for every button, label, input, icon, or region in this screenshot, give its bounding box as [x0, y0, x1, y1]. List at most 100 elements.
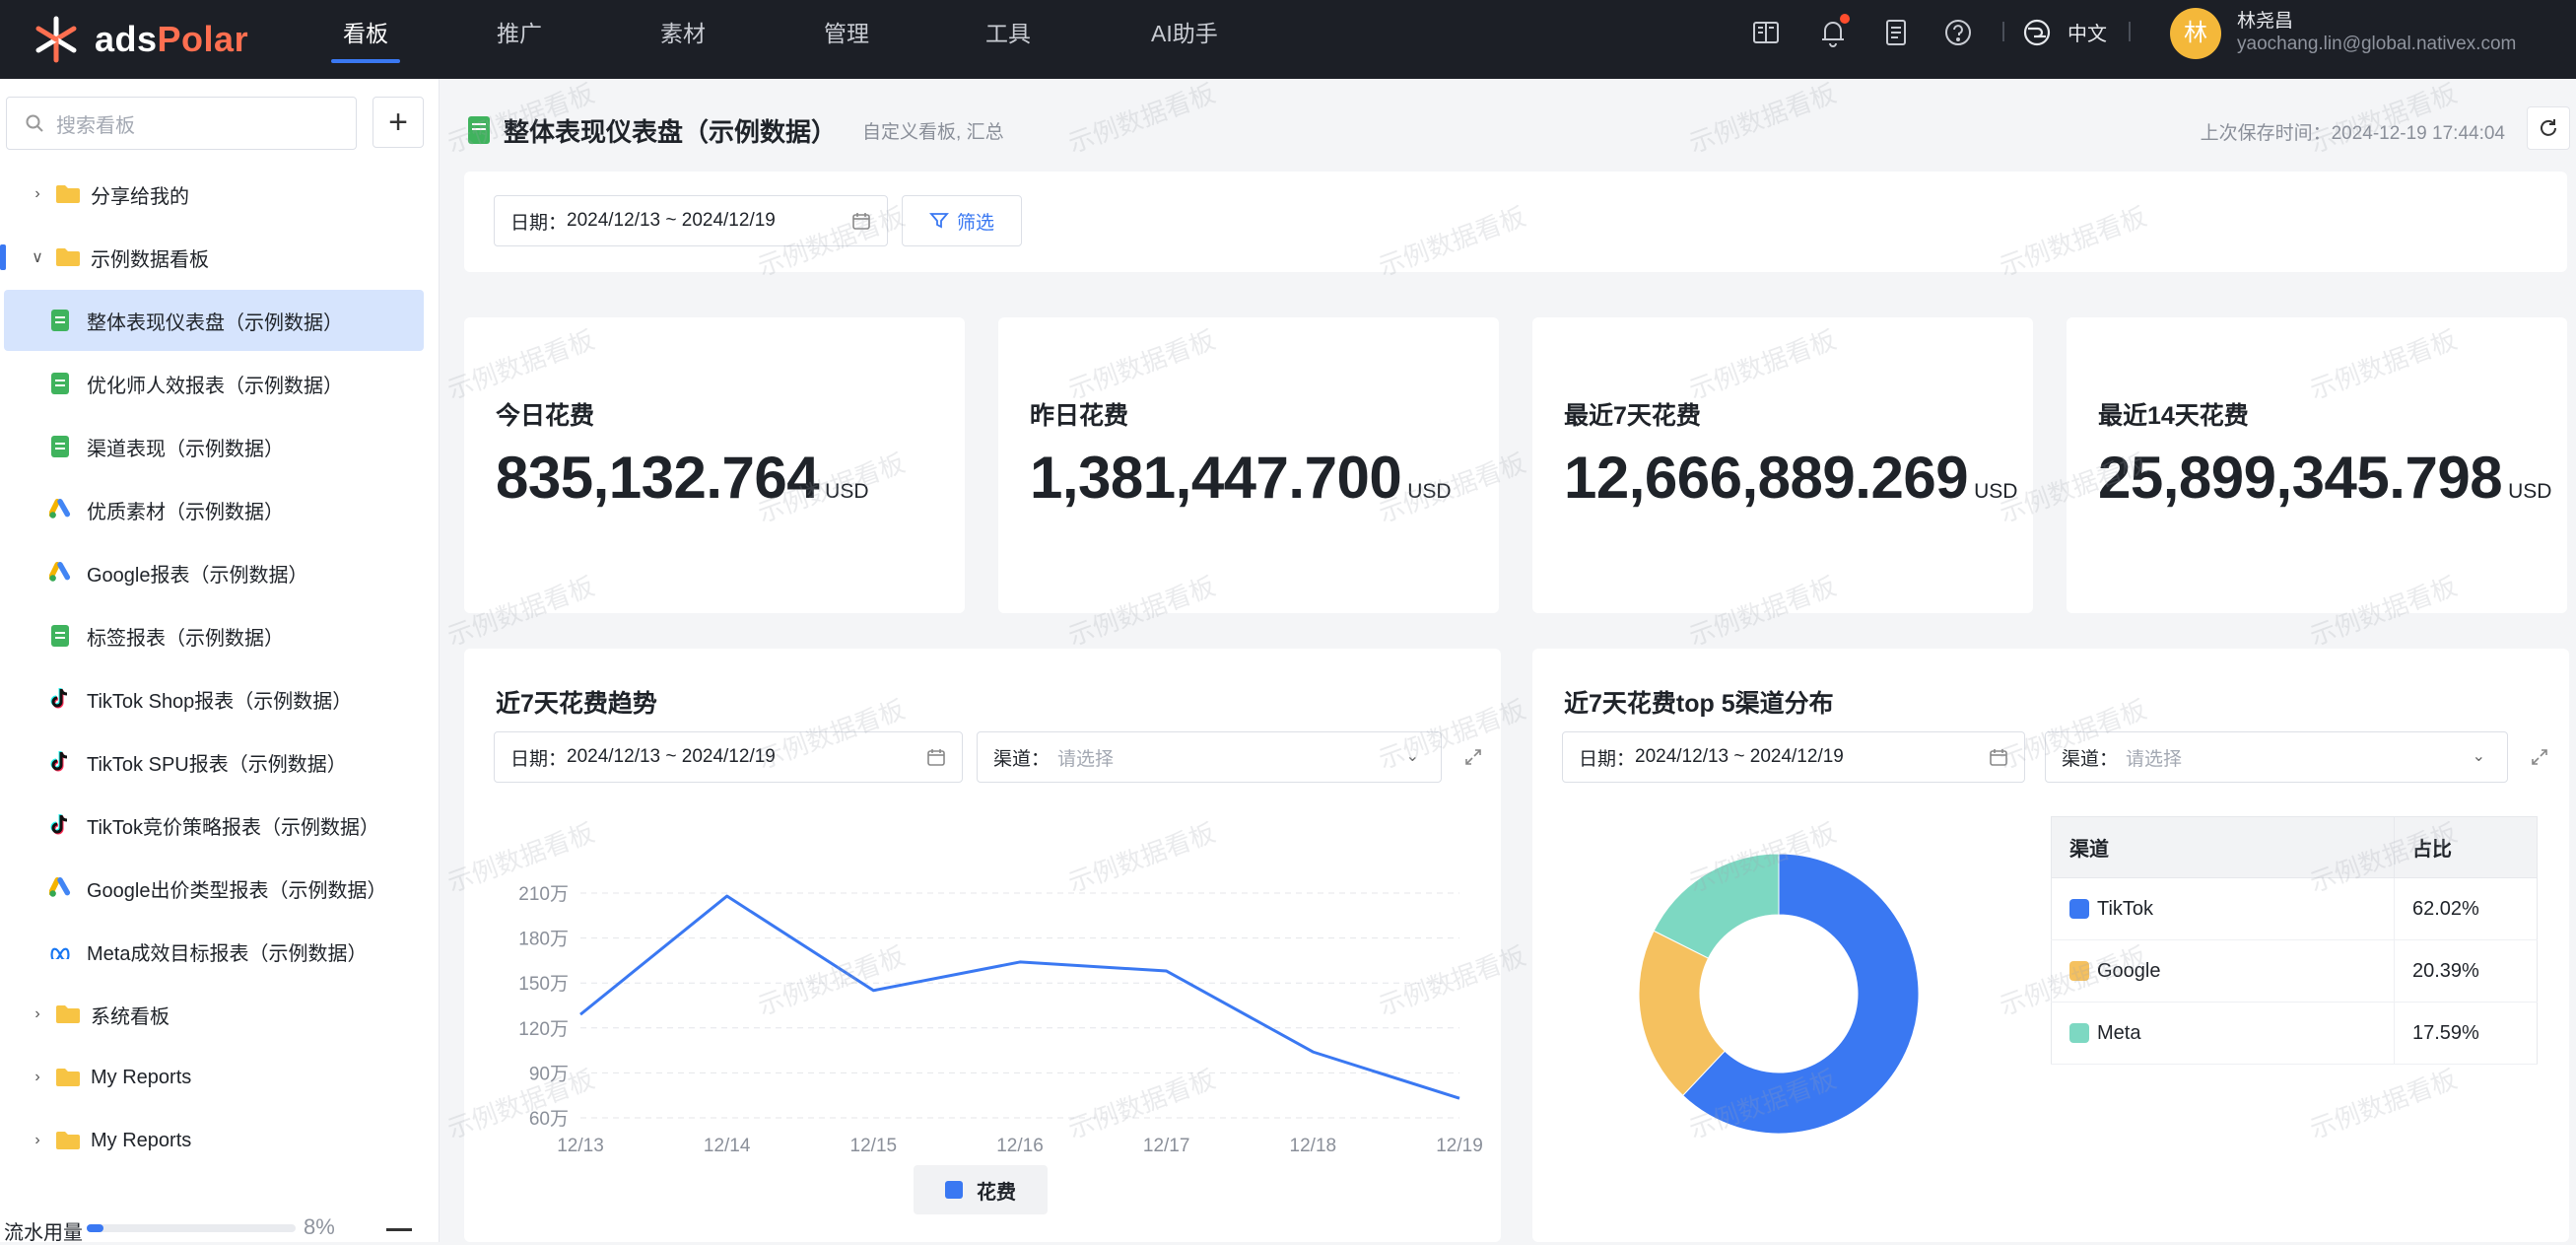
- sidebar-item[interactable]: 渠道表现（示例数据）: [4, 416, 424, 477]
- sidebar-folder[interactable]: ›分享给我的: [4, 164, 424, 225]
- sidebar-item[interactable]: Google报表（示例数据）: [4, 542, 424, 603]
- x-tick-label: 12/14: [704, 1136, 751, 1156]
- channel-select[interactable]: 渠道：请选择 ⌄: [2045, 731, 2508, 783]
- chevron-right-icon[interactable]: ›: [24, 1132, 51, 1149]
- chart-date-picker[interactable]: 日期：2024/12/13 ~ 2024/12/19: [1562, 731, 2025, 783]
- logo-text: adsPolar: [95, 19, 248, 60]
- filter-button[interactable]: 筛选: [902, 195, 1022, 246]
- language-label[interactable]: 中文: [2068, 18, 2107, 46]
- avatar[interactable]: 林: [2170, 8, 2221, 59]
- search-placeholder: 搜索看板: [56, 109, 135, 138]
- google-ads-icon: [49, 562, 71, 584]
- date-range-picker[interactable]: 日期：2024/12/13 ~ 2024/12/19: [494, 195, 888, 246]
- kpi-value: 12,666,889.269USD: [1564, 444, 2017, 512]
- app-logo[interactable]: adsPolar: [32, 12, 248, 67]
- chart-date-picker[interactable]: 日期：2024/12/13 ~ 2024/12/19: [494, 731, 963, 783]
- sidebar-folder[interactable]: ›My Reports: [4, 1047, 424, 1108]
- sidebar-item[interactable]: 整体表现仪表盘（示例数据）: [4, 290, 424, 351]
- nav-item-promotion[interactable]: 推广: [481, 0, 558, 79]
- usage-progress-fill: [87, 1224, 103, 1232]
- last-saved-time: 上次保存时间：2024-12-19 17:44:04: [2201, 118, 2505, 145]
- book-icon[interactable]: [1749, 16, 1783, 49]
- refresh-button[interactable]: [2527, 106, 2570, 150]
- channel-select[interactable]: 渠道：请选择 ⌄: [977, 731, 1442, 783]
- kpi-number: 835,132.764: [496, 445, 819, 511]
- sidebar-item-label: 系统看板: [91, 1001, 169, 1029]
- sidebar-item[interactable]: Google出价类型报表（示例数据）: [4, 858, 424, 919]
- column-header-share: 占比: [2395, 817, 2538, 878]
- sidebar-item[interactable]: 优化师人效报表（示例数据）: [4, 353, 424, 414]
- sidebar-folder[interactable]: ›My Reports: [4, 1110, 424, 1171]
- kpi-card: 最近14天花费25,899,345.798USD: [2067, 317, 2567, 613]
- table-row: TikTok62.02%: [2052, 878, 2538, 940]
- nav-item-creative[interactable]: 素材: [644, 0, 721, 79]
- date-range-value: 2024/12/13 ~ 2024/12/19: [567, 210, 776, 232]
- nav-item-ai-assistant[interactable]: AI助手: [1135, 0, 1234, 79]
- kpi-label: 今日花费: [496, 396, 594, 432]
- kpi-value: 835,132.764USD: [496, 444, 869, 512]
- page-header: 整体表现仪表盘（示例数据） 自定义看板, 汇总: [468, 110, 1004, 150]
- folder-icon: [55, 184, 81, 204]
- kpi-unit: USD: [1974, 480, 2017, 503]
- help-icon[interactable]: [1941, 16, 1975, 49]
- collapse-sidebar-icon[interactable]: [386, 1228, 412, 1231]
- channel-swatch: [2069, 1023, 2089, 1043]
- main-nav: 看板 推广 素材 管理 工具 AI助手: [327, 0, 1322, 79]
- chevron-right-icon[interactable]: ›: [24, 1005, 51, 1023]
- nav-item-tools[interactable]: 工具: [970, 0, 1047, 79]
- user-name[interactable]: 林尧昌: [2237, 6, 2293, 33]
- language-icon[interactable]: [2020, 16, 2054, 49]
- sidebar-item[interactable]: TikTok SPU报表（示例数据）: [4, 731, 424, 793]
- kpi-card: 昨日花费1,381,447.700USD: [998, 317, 1499, 613]
- sidebar-item-label: TikTok Shop报表（示例数据）: [87, 685, 352, 714]
- search-input[interactable]: 搜索看板: [6, 97, 357, 150]
- sidebar-item[interactable]: Meta成效目标报表（示例数据）: [4, 921, 424, 982]
- channel-prefix: 渠道：: [2062, 744, 2118, 771]
- chevron-right-icon[interactable]: ›: [24, 185, 51, 203]
- sidebar-item[interactable]: 优质素材（示例数据）: [4, 479, 424, 540]
- date-prefix: 日期：: [510, 744, 567, 771]
- y-tick-label: 150万: [518, 974, 569, 995]
- kpi-label: 最近14天花费: [2098, 396, 2249, 432]
- expand-icon[interactable]: [2530, 747, 2549, 767]
- nav-item-management[interactable]: 管理: [808, 0, 885, 79]
- sidebar-item-label: 示例数据看板: [91, 243, 209, 272]
- kpi-number: 1,381,447.700: [1030, 445, 1401, 511]
- legend-label: 花费: [977, 1176, 1016, 1205]
- y-tick-label: 180万: [518, 930, 569, 950]
- document-icon[interactable]: [1879, 16, 1913, 49]
- folder-icon: [55, 1004, 81, 1024]
- usage-footer: 流水用量 8%: [0, 1209, 440, 1242]
- chevron-down-icon: ⌄: [2473, 746, 2485, 766]
- folder-icon: [55, 247, 81, 267]
- add-dashboard-button[interactable]: +: [373, 97, 424, 148]
- table-row: Meta17.59%: [2052, 1003, 2538, 1065]
- chart-legend[interactable]: 花费: [914, 1165, 1048, 1214]
- channel-distribution-card: 近7天花费top 5渠道分布 日期：2024/12/13 ~ 2024/12/1…: [1532, 649, 2569, 1242]
- x-tick-label: 12/15: [850, 1136, 898, 1156]
- sidebar-folder[interactable]: › 系统看板: [4, 984, 424, 1045]
- channel-cell: Meta: [2052, 1003, 2395, 1065]
- sidebar-folder[interactable]: ∨ 示例数据看板: [4, 227, 424, 288]
- channel-share-table: 渠道 占比 TikTok62.02%Google20.39%Meta17.59%: [2051, 816, 2538, 1065]
- filter-label: 筛选: [957, 208, 994, 235]
- search-icon: [25, 113, 44, 133]
- channel-placeholder: 请选择: [1057, 744, 1114, 771]
- kpi-label: 最近7天花费: [1564, 396, 1701, 432]
- expand-icon[interactable]: [1463, 747, 1483, 767]
- sidebar-item[interactable]: 标签报表（示例数据）: [4, 605, 424, 666]
- x-tick-label: 12/19: [1436, 1136, 1483, 1156]
- logo-mark-icon: [32, 15, 81, 64]
- sidebar-item[interactable]: TikTok竞价策略报表（示例数据）: [4, 795, 424, 856]
- chart-title: 近7天花费top 5渠道分布: [1564, 684, 1834, 720]
- calendar-icon: [851, 211, 871, 231]
- kpi-card: 最近7天花费 12,666,889.269USD: [1532, 317, 2033, 613]
- chart-title: 近7天花费趋势: [496, 684, 657, 720]
- share-cell: 20.39%: [2395, 940, 2538, 1003]
- chevron-right-icon[interactable]: ›: [24, 1069, 51, 1086]
- usage-progress-bar: [87, 1224, 296, 1232]
- chevron-down-icon[interactable]: ∨: [24, 247, 51, 267]
- sidebar-item[interactable]: TikTok Shop报表（示例数据）: [4, 668, 424, 729]
- bell-icon[interactable]: [1816, 16, 1850, 49]
- nav-item-dashboard[interactable]: 看板: [327, 0, 404, 79]
